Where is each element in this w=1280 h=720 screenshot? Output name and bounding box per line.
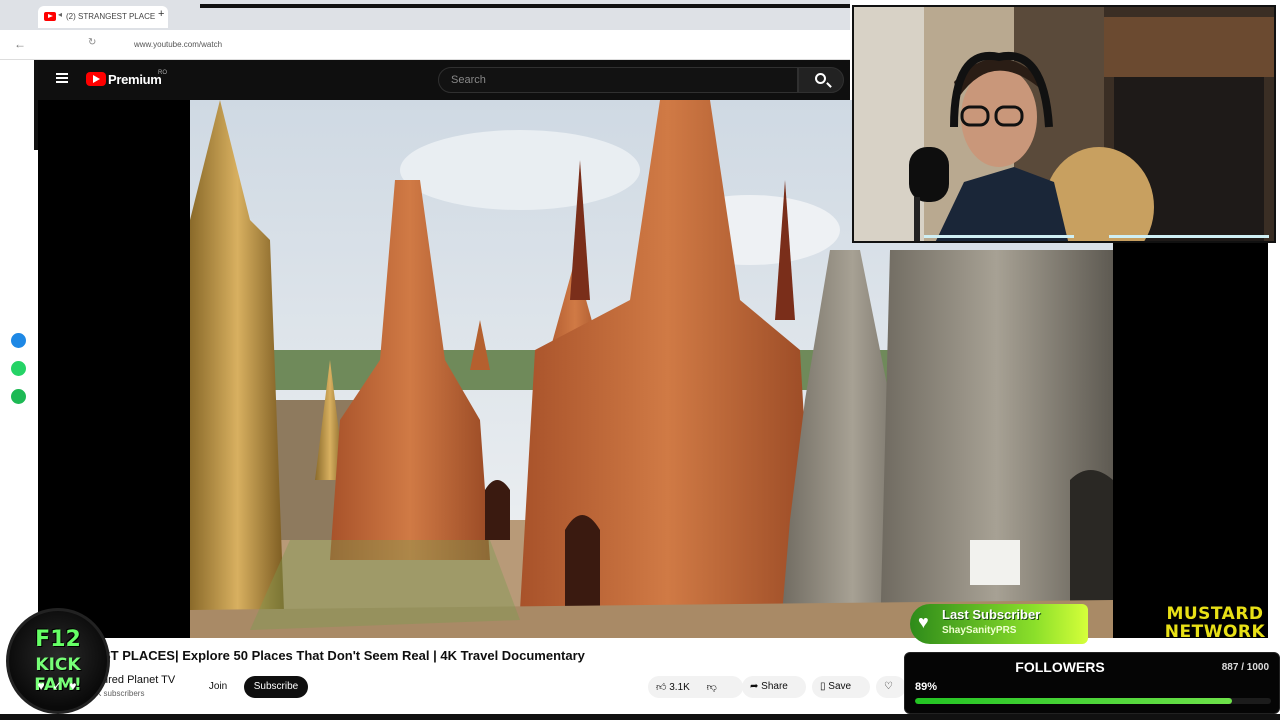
stream-screen: ◂ (2) STRANGEST PLACE + ← ↻ www.youtube.… — [0, 0, 1280, 720]
thumbs-up-icon: 👍︎ — [656, 682, 667, 693]
badge-hearts: ♥ ✓ ♥ — [37, 679, 79, 693]
search-input[interactable]: Search — [438, 67, 798, 93]
youtube-premium-logo[interactable]: Premium — [108, 72, 162, 87]
reload-icon[interactable]: ↻ — [88, 37, 96, 48]
whatsapp-icon[interactable] — [11, 361, 26, 376]
messenger-icon[interactable] — [11, 333, 26, 348]
last-subscriber-name: ShaySanityPRS — [942, 625, 1017, 636]
youtube-favicon-icon — [44, 12, 56, 21]
save-label: Save — [828, 681, 852, 692]
address-bar-row: ← ↻ www.youtube.com/watch — [0, 30, 850, 60]
spotify-icon[interactable] — [11, 389, 26, 404]
video-info: ST PLACES| Explore 50 Places That Don't … — [38, 638, 906, 720]
join-button[interactable]: Join — [200, 676, 236, 698]
share-button[interactable]: ➦ Share — [742, 676, 806, 698]
video-title: ST PLACES| Explore 50 Places That Don't … — [102, 648, 585, 663]
browser-tab[interactable]: ◂ (2) STRANGEST PLACE — [38, 6, 168, 28]
webcam-feed — [852, 5, 1276, 243]
share-label: Share — [761, 681, 788, 692]
new-tab-button[interactable]: + — [158, 8, 164, 20]
youtube-logo-icon[interactable] — [86, 72, 106, 86]
menu-icon[interactable] — [56, 73, 68, 83]
speaker-icon[interactable]: ◂ — [58, 10, 62, 19]
network-line-1: MUSTARD — [1166, 604, 1264, 624]
heart-dollar-icon: ♡ — [884, 681, 893, 692]
thanks-button[interactable]: ♡ — [876, 676, 906, 698]
followers-count: 887 / 1000 — [1221, 662, 1269, 673]
followers-progress-fill — [915, 698, 1232, 704]
back-arrow-icon[interactable]: ← — [14, 37, 26, 51]
tab-title: (2) STRANGEST PLACE — [66, 12, 156, 21]
youtube-header: Premium RO Search — [38, 60, 850, 100]
followers-title: FOLLOWERS — [1015, 659, 1105, 675]
frame-line-bottom — [0, 714, 1280, 720]
last-subscriber-widget: ♥ Last Subscriber ShaySanityPRS — [910, 604, 1088, 644]
region-code: RO — [158, 70, 167, 76]
save-button[interactable]: ▯ Save — [812, 676, 870, 698]
address-text: www.youtube.com/watch — [134, 40, 223, 49]
like-count: 3.1K — [669, 682, 690, 693]
search-placeholder: Search — [451, 74, 486, 86]
followers-goal-widget: FOLLOWERS 887 / 1000 89% — [904, 652, 1280, 714]
streamer-webcam-image — [854, 7, 1274, 241]
channel-name[interactable]: ured Planet TV — [102, 674, 175, 686]
search-button[interactable] — [798, 67, 844, 93]
bookmark-icon: ▯ — [820, 681, 826, 692]
thumbs-down-icon[interactable]: 👎︎ — [707, 682, 717, 693]
network-line-2: NETWORK — [1164, 622, 1266, 642]
search-icon — [815, 73, 826, 84]
network-logo: MUSTARD NETWORK — [1156, 605, 1274, 643]
address-field[interactable]: www.youtube.com/watch — [120, 37, 820, 53]
last-subscriber-title: Last Subscriber — [942, 607, 1041, 622]
badge-top-text: F12 — [35, 627, 81, 652]
subscribe-button[interactable]: Subscribe — [244, 676, 308, 698]
followers-percent: 89% — [915, 681, 938, 693]
frame-line-left — [34, 60, 38, 150]
followers-progress-track — [915, 698, 1271, 704]
like-button[interactable]: 👍︎ 3.1K 👎︎ — [648, 676, 743, 698]
kick-fam-badge: F12 KICK FAM! ♥ ✓ ♥ — [6, 608, 110, 714]
heart-icon: ♥ — [918, 612, 929, 632]
frame-line-top — [200, 4, 850, 8]
share-icon: ➦ — [750, 681, 759, 692]
